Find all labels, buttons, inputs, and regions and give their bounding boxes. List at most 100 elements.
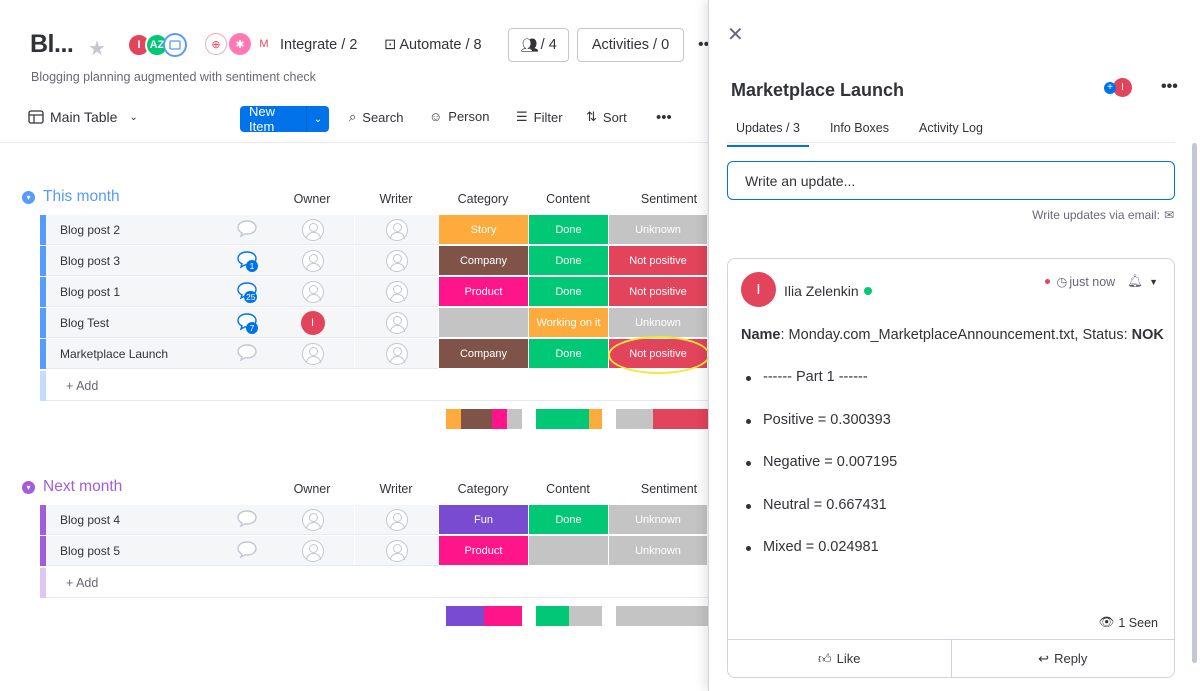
sentiment-status[interactable]: Unknown — [609, 308, 708, 338]
sentiment-status[interactable]: Unknown — [609, 505, 708, 535]
person-filter-button[interactable]: ☺ Person — [429, 109, 489, 124]
owner-cell[interactable]: I — [271, 308, 355, 338]
table-row[interactable]: Blog post 4 Fun Done Unknown — [40, 505, 708, 535]
reply-button[interactable]: ↩ Reply — [952, 640, 1175, 677]
members-button[interactable]: 👥︎ / 4 — [508, 28, 569, 62]
item-name[interactable]: Marketplace Launch — [60, 347, 168, 361]
item-name[interactable]: Blog post 1 — [60, 285, 120, 299]
panel-more-icon[interactable]: ••• — [1161, 78, 1178, 96]
column-header-owner[interactable]: Owner — [267, 482, 357, 496]
sort-button[interactable]: ⇅ Sort — [586, 109, 627, 125]
filter-button[interactable]: ☰ Filter — [516, 109, 563, 125]
content-status[interactable]: Working on it — [529, 308, 609, 338]
write-update-input[interactable]: Write an update... — [727, 161, 1175, 200]
sentiment-status[interactable]: Not positive — [609, 246, 708, 276]
add-item-row[interactable]: + Add — [40, 371, 708, 401]
category-status[interactable]: Product — [439, 277, 529, 307]
avatar[interactable]: I — [741, 272, 776, 307]
category-status[interactable]: Fun — [439, 505, 529, 535]
board-description[interactable]: Blogging planning augmented with sentime… — [31, 70, 316, 84]
writer-cell[interactable] — [355, 246, 439, 276]
updates-bubble-icon[interactable] — [236, 343, 258, 363]
add-item-label[interactable]: + Add — [66, 379, 98, 393]
updates-bubble-icon[interactable] — [236, 540, 258, 560]
view-selector[interactable]: Main Table ⌄ — [28, 109, 138, 125]
sentiment-status[interactable]: Unknown — [609, 215, 708, 245]
content-status[interactable]: Done — [529, 246, 609, 276]
table-row[interactable]: Blog post 3 1 Company Done Not positive — [40, 246, 708, 276]
item-name[interactable]: Blog post 2 — [60, 223, 120, 237]
panel-scrollbar[interactable] — [1192, 143, 1197, 663]
category-status[interactable]: Company — [439, 339, 529, 369]
add-item-row[interactable]: + Add — [40, 568, 708, 598]
summary-bar[interactable] — [616, 606, 708, 626]
category-status[interactable]: Company — [439, 246, 529, 276]
avatar[interactable] — [163, 33, 187, 57]
column-header-writer[interactable]: Writer — [351, 192, 441, 206]
writer-cell[interactable] — [355, 536, 439, 566]
activities-button[interactable]: Activities / 0 — [577, 28, 684, 62]
column-header-owner[interactable]: Owner — [267, 192, 357, 206]
integrate-link[interactable]: Integrate / 2 — [280, 37, 357, 53]
category-status[interactable] — [439, 308, 529, 338]
content-status[interactable]: Done — [529, 505, 609, 535]
content-status[interactable]: Done — [529, 277, 609, 307]
board-members-avatars[interactable]: I AZ — [127, 33, 187, 57]
sentiment-status[interactable]: Unknown — [609, 536, 708, 566]
item-name[interactable]: Blog post 3 — [60, 254, 120, 268]
summary-bar[interactable] — [536, 409, 602, 429]
column-header-category[interactable]: Category — [438, 192, 528, 206]
owner-cell[interactable] — [271, 339, 355, 369]
column-header-sentiment[interactable]: Sentiment — [624, 482, 708, 496]
automate-link[interactable]: ⊡ Automate / 8 — [384, 37, 482, 53]
owner-cell[interactable] — [271, 246, 355, 276]
board-title[interactable]: Bl... — [30, 30, 74, 59]
owner-cell[interactable] — [271, 505, 355, 535]
updates-bubble-icon[interactable] — [236, 219, 258, 239]
table-row[interactable]: Blog Test 7 I Working on it Unknown — [40, 308, 708, 338]
writer-cell[interactable] — [355, 339, 439, 369]
category-status[interactable]: Story — [439, 215, 529, 245]
group-collapse-icon[interactable]: ▾ — [22, 480, 35, 494]
bell-icon[interactable]: 🔔︎ — [1127, 274, 1143, 289]
column-header-sentiment[interactable]: Sentiment — [624, 192, 708, 206]
new-item-button[interactable]: New Item — [240, 104, 306, 134]
like-button[interactable]: 👍︎ Like — [728, 640, 952, 677]
integration-icons[interactable]: ⊕ ✱ M — [205, 33, 275, 55]
updates-bubble-icon[interactable]: 7 — [236, 312, 258, 334]
content-status[interactable] — [529, 536, 609, 566]
group-title[interactable]: ▾ Next month — [22, 478, 122, 496]
writer-cell[interactable] — [355, 277, 439, 307]
table-row[interactable]: Blog post 1 25 Product Done Not positive — [40, 277, 708, 307]
panel-title[interactable]: Marketplace Launch — [731, 80, 904, 101]
group-collapse-icon[interactable]: ▾ — [22, 190, 35, 204]
summary-bar[interactable] — [536, 606, 602, 626]
summary-bar[interactable] — [446, 409, 522, 429]
avatar[interactable]: I — [300, 310, 325, 335]
sentiment-status[interactable]: Not positive — [609, 277, 708, 307]
owner-cell[interactable] — [271, 536, 355, 566]
search-button[interactable]: ⌕ Search — [349, 109, 403, 125]
post-menu-chevron-icon[interactable]: ▼ — [1149, 277, 1158, 287]
group-title[interactable]: ▾ This month — [22, 188, 120, 206]
writer-cell[interactable] — [355, 215, 439, 245]
owner-cell[interactable] — [271, 215, 355, 245]
owner-cell[interactable] — [271, 277, 355, 307]
seen-indicator[interactable]: 👁︎ 1 Seen — [1099, 615, 1159, 630]
column-header-content[interactable]: Content — [523, 482, 613, 496]
content-status[interactable]: Done — [529, 215, 609, 245]
more-options-icon[interactable]: ••• — [656, 109, 672, 126]
column-header-category[interactable]: Category — [438, 482, 528, 496]
updates-bubble-icon[interactable]: 1 — [236, 250, 258, 272]
add-subscriber-icon[interactable]: + — [1104, 81, 1116, 94]
email-updates-link[interactable]: Write updates via email: ✉ — [1032, 208, 1174, 222]
category-status[interactable]: Product — [439, 536, 529, 566]
content-status[interactable]: Done — [529, 339, 609, 369]
column-header-writer[interactable]: Writer — [351, 482, 441, 496]
item-name[interactable]: Blog post 4 — [60, 513, 120, 527]
more-icon[interactable]: •• — [698, 36, 708, 54]
close-icon[interactable]: ✕ — [727, 22, 744, 47]
writer-cell[interactable] — [355, 308, 439, 338]
add-item-label[interactable]: + Add — [66, 576, 98, 590]
new-item-dropdown-icon[interactable]: ⌄ — [306, 106, 329, 132]
